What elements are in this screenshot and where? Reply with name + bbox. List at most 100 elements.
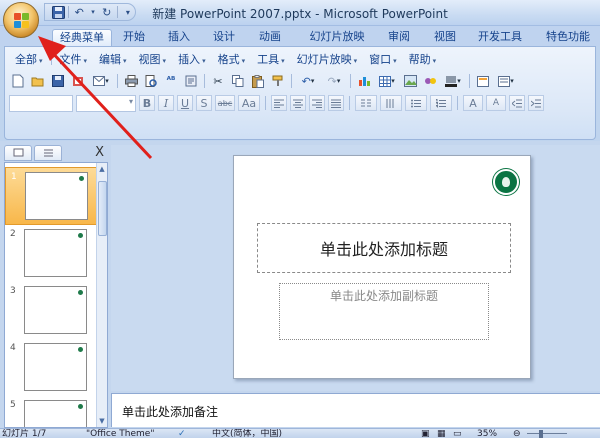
- tab-developer[interactable]: 开发工具: [475, 29, 525, 46]
- new-slide-icon[interactable]: [474, 72, 492, 90]
- email-icon[interactable]: ▾: [89, 72, 113, 90]
- shadow-button[interactable]: S: [196, 95, 212, 111]
- align-left-icon[interactable]: [271, 95, 287, 111]
- scroll-down-icon[interactable]: ▼: [97, 416, 107, 426]
- menu-view[interactable]: 视图 ▾: [133, 51, 173, 67]
- close-icon[interactable]: X: [95, 145, 104, 160]
- tab-slides[interactable]: [4, 145, 32, 161]
- zoom-track: [527, 433, 567, 434]
- spelling-icon[interactable]: ᴬᴮ: [162, 72, 180, 90]
- numbering-icon[interactable]: [430, 95, 452, 111]
- scrollbar-thumb[interactable]: [98, 181, 107, 236]
- justify-icon[interactable]: [328, 95, 344, 111]
- current-slide: 单击此处添加标题 单击此处添加副标题: [233, 155, 531, 379]
- office-button[interactable]: [3, 2, 39, 38]
- chevron-down-icon: ▾: [123, 57, 127, 65]
- slideshow-view-icon[interactable]: ▭: [453, 429, 462, 438]
- columns-icon[interactable]: [355, 95, 377, 111]
- window-title: 新建 PowerPoint 2007.pptx - Microsoft Powe…: [152, 7, 448, 21]
- font-size-combo[interactable]: ▾: [76, 94, 136, 112]
- tab-classic-menu[interactable]: 经典菜单: [52, 29, 112, 46]
- tab-home[interactable]: 开始: [118, 29, 150, 46]
- menu-slideshow[interactable]: 幻灯片放映 ▾: [291, 51, 364, 67]
- scroll-up-icon[interactable]: ▲: [97, 164, 107, 174]
- research-icon[interactable]: [182, 72, 200, 90]
- bullets-icon[interactable]: [405, 95, 427, 111]
- slide-thumbnail[interactable]: 2: [5, 225, 97, 283]
- tab-outline[interactable]: [34, 145, 62, 161]
- bold-label: B: [142, 96, 152, 110]
- font-name-combo[interactable]: [9, 94, 73, 112]
- copy-icon[interactable]: [229, 72, 247, 90]
- align-center-icon[interactable]: [290, 95, 306, 111]
- menu-window[interactable]: 窗口 ▾: [363, 51, 403, 67]
- slides-scrollbar[interactable]: ▲ ▼: [96, 163, 107, 427]
- menu-tools[interactable]: 工具 ▾: [251, 51, 291, 67]
- zoom-slider[interactable]: [527, 429, 567, 438]
- menu-help[interactable]: 帮助 ▾: [403, 51, 443, 67]
- save-icon[interactable]: [49, 72, 67, 90]
- normal-view-icon[interactable]: ▣: [421, 429, 430, 438]
- paste-icon[interactable]: [249, 72, 267, 90]
- formatting-toolbar: ▾ B I U S abc Aa A A: [9, 93, 544, 113]
- align-right-icon[interactable]: [309, 95, 325, 111]
- cut-icon[interactable]: ✂: [209, 72, 227, 90]
- ribbon-tabs: 经典菜单 开始 插入 设计 动画 幻灯片放映 审阅 视图 开发工具 特色功能: [0, 26, 600, 46]
- italic-button[interactable]: I: [158, 95, 174, 111]
- menu-insert[interactable]: 插入 ▾: [172, 51, 212, 67]
- slide-thumbnail[interactable]: 5: [5, 396, 97, 427]
- zoom-thumb[interactable]: [539, 430, 543, 438]
- font-size-decrease-button[interactable]: A: [486, 95, 506, 111]
- font-size-increase-button[interactable]: A: [463, 95, 483, 111]
- slide-preview: [25, 172, 88, 220]
- new-file-icon[interactable]: [9, 72, 27, 90]
- shadow-label: S: [200, 96, 208, 110]
- redo-icon[interactable]: ↷ ▾: [322, 72, 346, 90]
- tab-review[interactable]: 审阅: [383, 29, 415, 46]
- slide-thumbnail[interactable]: 1: [5, 167, 97, 225]
- fill-color-icon[interactable]: ▾: [441, 72, 465, 90]
- insert-chart-icon[interactable]: [355, 72, 373, 90]
- undo-icon[interactable]: ↶ ▾: [296, 72, 320, 90]
- language-indicator[interactable]: 中文(简体，中国): [212, 429, 282, 438]
- menu-label: 视图: [138, 53, 161, 66]
- layout-icon[interactable]: ▾: [494, 72, 518, 90]
- tab-slideshow[interactable]: 幻灯片放映: [305, 29, 369, 46]
- clip-art-icon[interactable]: [421, 72, 439, 90]
- bold-button[interactable]: B: [139, 95, 155, 111]
- format-painter-icon[interactable]: [269, 72, 287, 90]
- insert-picture-icon[interactable]: [401, 72, 419, 90]
- menu-edit[interactable]: 编辑 ▾: [93, 51, 133, 67]
- slide-thumbnail[interactable]: 3: [5, 282, 97, 340]
- toolbar-separator: [265, 96, 266, 110]
- tab-insert[interactable]: 插入: [163, 29, 195, 46]
- tab-design[interactable]: 设计: [208, 29, 240, 46]
- print-icon[interactable]: [122, 72, 140, 90]
- chevron-down-icon: ▾: [241, 57, 246, 65]
- zoom-level[interactable]: 35%: [477, 429, 497, 438]
- open-folder-icon[interactable]: [29, 72, 47, 90]
- text-direction-icon[interactable]: [380, 95, 402, 111]
- notes-pane[interactable]: 单击此处添加备注: [111, 393, 600, 427]
- tab-special-features[interactable]: 特色功能: [540, 29, 596, 46]
- underline-button[interactable]: U: [177, 95, 193, 111]
- subtitle-placeholder[interactable]: 单击此处添加副标题: [279, 283, 489, 340]
- decrease-indent-icon[interactable]: [509, 95, 525, 111]
- chevron-down-icon: ▾: [353, 57, 358, 65]
- tab-animation[interactable]: 动画: [254, 29, 286, 46]
- tab-view[interactable]: 视图: [429, 29, 461, 46]
- spell-check-icon[interactable]: ✓: [178, 429, 186, 438]
- zoom-out-icon[interactable]: ⊖: [513, 429, 521, 438]
- menu-file[interactable]: 文件 ▾: [54, 51, 94, 67]
- menu-all[interactable]: 全部 ▾: [9, 51, 49, 67]
- permission-icon[interactable]: [69, 72, 87, 90]
- print-preview-icon[interactable]: [142, 72, 160, 90]
- increase-indent-icon[interactable]: [528, 95, 544, 111]
- slide-sorter-icon[interactable]: ▦: [437, 429, 446, 438]
- strikethrough-button[interactable]: abc: [215, 95, 235, 111]
- menu-format[interactable]: 格式 ▾: [212, 51, 252, 67]
- title-placeholder[interactable]: 单击此处添加标题: [257, 223, 511, 273]
- insert-table-icon[interactable]: ▾: [375, 72, 399, 90]
- slide-thumbnail[interactable]: 4: [5, 339, 97, 397]
- change-case-button[interactable]: Aa: [238, 95, 260, 111]
